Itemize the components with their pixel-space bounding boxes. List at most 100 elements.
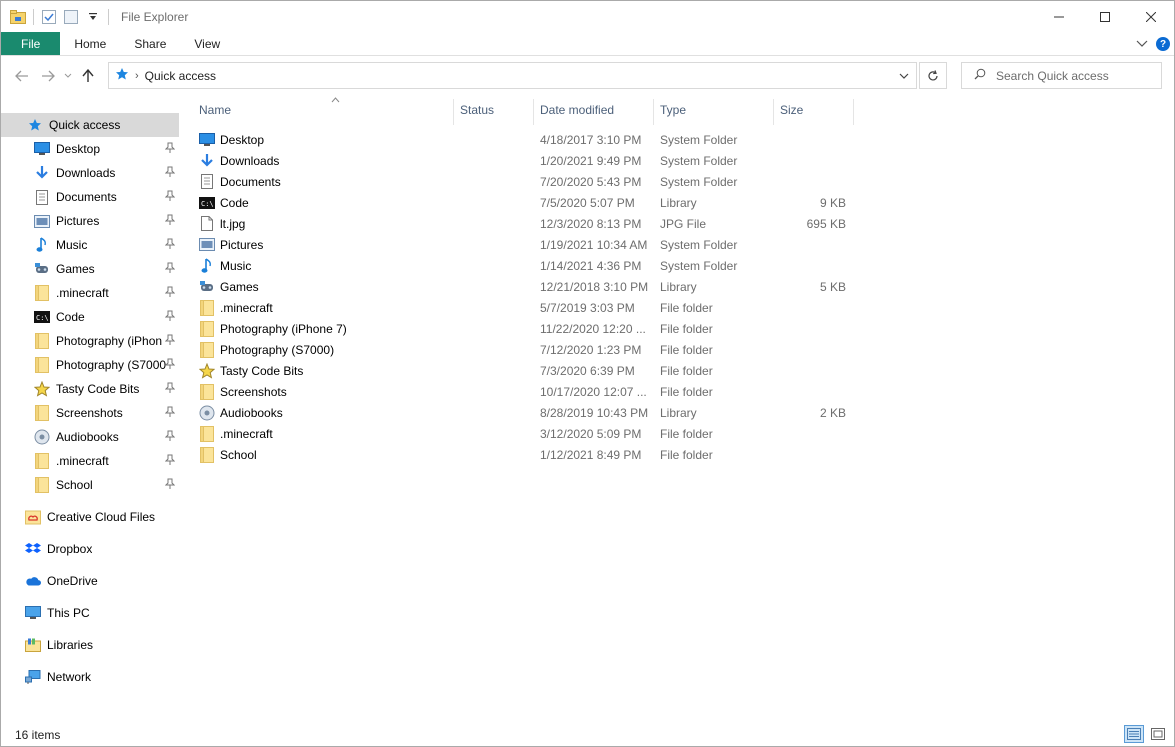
search-icon bbox=[974, 68, 986, 83]
sidebar-item-pinned[interactable]: Downloads bbox=[1, 161, 179, 185]
pin-icon[interactable] bbox=[164, 430, 176, 444]
sidebar-item-quick-access[interactable]: Quick access bbox=[1, 113, 179, 137]
sidebar-item-root[interactable]: Network bbox=[1, 665, 179, 689]
pin-icon[interactable] bbox=[164, 406, 176, 420]
file-row[interactable]: Screenshots 10/17/2020 12:07 ... File fold… bbox=[195, 381, 855, 402]
address-bar[interactable]: › Quick access bbox=[108, 62, 917, 89]
image-file-icon bbox=[199, 216, 215, 232]
forward-button[interactable] bbox=[35, 63, 61, 89]
breadcrumb-quick-access[interactable]: Quick access bbox=[145, 69, 216, 83]
help-icon[interactable]: ? bbox=[1156, 37, 1170, 51]
pin-icon[interactable] bbox=[164, 286, 176, 300]
sidebar-item-pinned[interactable]: School bbox=[1, 473, 179, 497]
pin-icon[interactable] bbox=[164, 358, 176, 372]
file-row[interactable]: Photography (S7000) 7/12/2020 1:23 PM File… bbox=[195, 339, 855, 360]
column-header-name-label: Name bbox=[199, 103, 232, 117]
sidebar-item-pinned[interactable]: Documents bbox=[1, 185, 179, 209]
pin-icon[interactable] bbox=[164, 142, 176, 156]
pin-icon[interactable] bbox=[164, 214, 176, 228]
column-header-type[interactable]: Type bbox=[654, 95, 774, 125]
file-row[interactable]: Games 12/21/2018 3:10 PM Library 5 KB bbox=[195, 276, 855, 297]
column-header-size[interactable]: Size bbox=[774, 95, 854, 125]
recent-locations-chevron-icon[interactable] bbox=[61, 63, 75, 89]
properties-icon[interactable] bbox=[40, 8, 58, 26]
tab-view[interactable]: View bbox=[180, 32, 234, 55]
picture-icon bbox=[34, 213, 50, 229]
pin-icon[interactable] bbox=[164, 454, 176, 468]
sidebar-item-pinned[interactable]: Games bbox=[1, 257, 179, 281]
sidebar-item-pinned[interactable]: Tasty Code Bits bbox=[1, 377, 179, 401]
pin-icon[interactable] bbox=[164, 334, 176, 348]
sidebar-item-root[interactable]: Libraries bbox=[1, 633, 179, 657]
file-list: Name Status Date modified Type Size Desk… bbox=[181, 95, 1174, 721]
sidebar-item-label: .minecraft bbox=[56, 286, 109, 300]
file-row[interactable]: lt.jpg 12/3/2020 8:13 PM JPG File 695 KB bbox=[195, 213, 855, 234]
file-row[interactable]: Desktop 4/18/2017 3:10 PM System Folder bbox=[195, 129, 855, 150]
column-header-date-modified[interactable]: Date modified bbox=[534, 95, 654, 125]
new-folder-icon[interactable] bbox=[62, 8, 80, 26]
pin-icon[interactable] bbox=[164, 262, 176, 276]
sidebar-item-root[interactable]: OneDrive bbox=[1, 569, 179, 593]
file-row[interactable]: School 1/12/2021 8:49 PM File folder bbox=[195, 444, 855, 465]
file-date-modified: 7/20/2020 5:43 PM bbox=[540, 174, 642, 189]
quick-access-toolbar: File Explorer bbox=[1, 1, 188, 32]
sidebar-item-pinned[interactable]: Photography (iPhon bbox=[1, 329, 179, 353]
file-name: Photography (S7000) bbox=[220, 342, 335, 357]
file-type: System Folder bbox=[660, 153, 738, 168]
file-row[interactable]: .minecraft 5/7/2019 3:03 PM File folder bbox=[195, 297, 855, 318]
sidebar-item-pinned[interactable]: Pictures bbox=[1, 209, 179, 233]
sidebar-item-pinned[interactable]: Music bbox=[1, 233, 179, 257]
expand-ribbon-chevron-icon[interactable] bbox=[1136, 37, 1148, 51]
column-header-name[interactable]: Name bbox=[193, 95, 454, 125]
customize-toolbar-chevron-icon[interactable] bbox=[84, 8, 102, 26]
file-row[interactable]: Audiobooks 8/28/2019 10:43 PM Library 2 KB bbox=[195, 402, 855, 423]
details-view-button[interactable] bbox=[1124, 725, 1144, 743]
tab-file[interactable]: File bbox=[1, 32, 61, 55]
onedrive-icon bbox=[25, 573, 41, 589]
file-name: Photography (iPhone 7) bbox=[220, 321, 347, 336]
file-row[interactable]: C:\ Code 7/5/2020 5:07 PM Library 9 KB bbox=[195, 192, 855, 213]
sidebar-item-label: Documents bbox=[56, 190, 117, 204]
sidebar-item-pinned[interactable]: Desktop bbox=[1, 137, 179, 161]
breadcrumb-chevron-icon[interactable]: › bbox=[135, 70, 139, 82]
sidebar-item-pinned[interactable]: C:\ Code bbox=[1, 305, 179, 329]
pin-icon[interactable] bbox=[164, 310, 176, 324]
large-icons-view-button[interactable] bbox=[1148, 725, 1168, 743]
close-button[interactable] bbox=[1128, 1, 1174, 32]
sidebar-item-label: Tasty Code Bits bbox=[56, 382, 140, 396]
pin-icon[interactable] bbox=[164, 190, 176, 204]
address-dropdown-chevron-icon[interactable] bbox=[892, 63, 916, 88]
pin-icon[interactable] bbox=[164, 166, 176, 180]
back-button[interactable] bbox=[9, 63, 35, 89]
file-row[interactable]: Documents 7/20/2020 5:43 PM System Folder bbox=[195, 171, 855, 192]
sidebar-item-pinned[interactable]: Screenshots bbox=[1, 401, 179, 425]
pin-icon[interactable] bbox=[164, 478, 176, 492]
folder-app-icon[interactable] bbox=[9, 8, 27, 26]
sidebar-item-root[interactable]: Creative Cloud Files bbox=[1, 505, 179, 529]
search-box[interactable] bbox=[961, 62, 1162, 89]
refresh-button[interactable] bbox=[919, 62, 947, 89]
sidebar-item-root[interactable]: This PC bbox=[1, 601, 179, 625]
sidebar-item-pinned[interactable]: Audiobooks bbox=[1, 425, 179, 449]
sidebar-item-pinned[interactable]: .minecraft bbox=[1, 281, 179, 305]
file-row[interactable]: Music 1/14/2021 4:36 PM System Folder bbox=[195, 255, 855, 276]
sidebar-item-pinned[interactable]: .minecraft bbox=[1, 449, 179, 473]
search-input[interactable] bbox=[996, 68, 1156, 83]
file-row[interactable]: Photography (iPhone 7) 11/22/2020 12:20 .… bbox=[195, 318, 855, 339]
file-row[interactable]: Pictures 1/19/2021 10:34 AM System Folder bbox=[195, 234, 855, 255]
sidebar-item-pinned[interactable]: Photography (S7000 bbox=[1, 353, 179, 377]
up-button[interactable] bbox=[75, 63, 101, 89]
sidebar-item-root[interactable]: Dropbox bbox=[1, 537, 179, 561]
pin-icon[interactable] bbox=[164, 382, 176, 396]
file-row[interactable]: Downloads 1/20/2021 9:49 PM System Folder bbox=[195, 150, 855, 171]
download-icon bbox=[34, 165, 50, 181]
tab-share[interactable]: Share bbox=[120, 32, 180, 55]
pin-icon[interactable] bbox=[164, 238, 176, 252]
minimize-button[interactable] bbox=[1036, 1, 1082, 32]
tab-home[interactable]: Home bbox=[60, 32, 120, 55]
file-row[interactable]: .minecraft 3/12/2020 5:09 PM File folder bbox=[195, 423, 855, 444]
file-row[interactable]: Tasty Code Bits 7/3/2020 6:39 PM File fold… bbox=[195, 360, 855, 381]
maximize-button[interactable] bbox=[1082, 1, 1128, 32]
column-header-status[interactable]: Status bbox=[454, 95, 534, 125]
column-divider[interactable] bbox=[853, 99, 854, 125]
